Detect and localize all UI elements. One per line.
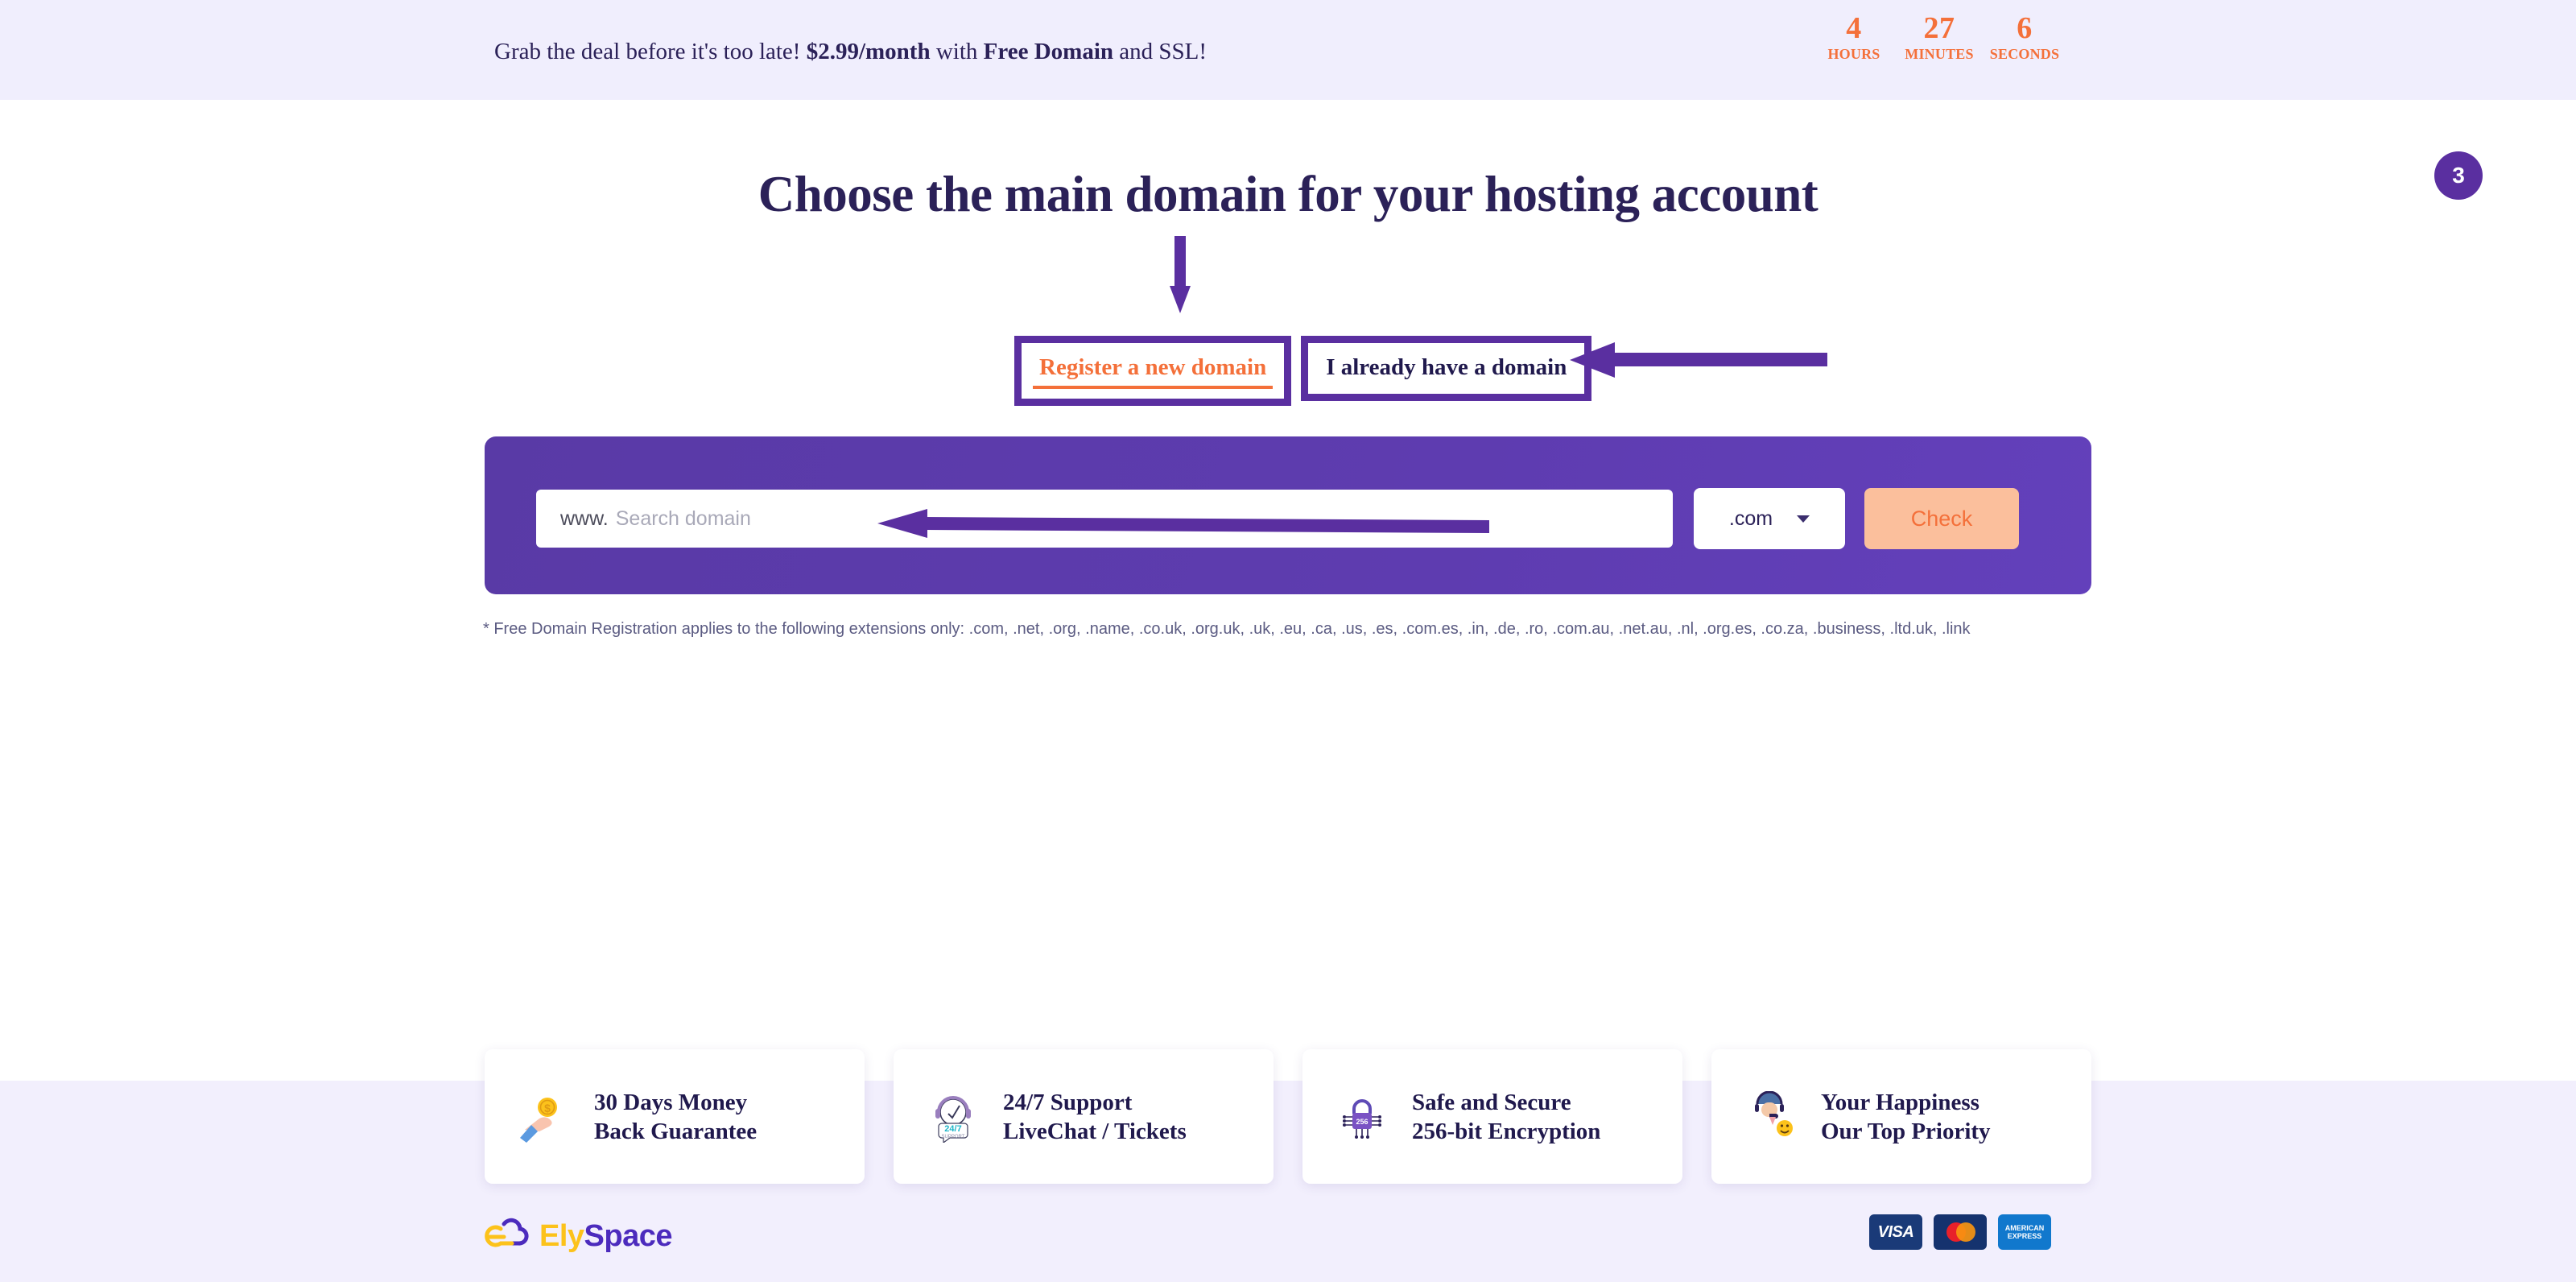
promo-text: Grab the deal before it's too late! $2.9…	[494, 39, 1207, 65]
annotation-down-arrow-icon	[1170, 236, 1191, 313]
mastercard-circles	[1946, 1222, 1975, 1242]
countdown-minutes: 27 MINUTES	[1897, 11, 1982, 66]
lock-chip-icon: 256	[1343, 1098, 1381, 1139]
promo-text-before: Grab the deal before it's too late!	[494, 39, 807, 64]
logo-space: Space	[584, 1218, 673, 1253]
tld-selected-value: .com	[1728, 507, 1773, 530]
promo-text-mid: with	[930, 39, 984, 64]
disclaimer-line-2: .ltd.uk, .link	[1889, 620, 1971, 638]
feature-card-happiness-line2: Our Top Priority	[1821, 1118, 1991, 1144]
countdown-hours-value: 4	[1846, 11, 1862, 45]
tld-dropdown[interactable]: .com	[1694, 488, 1845, 549]
promo-feature: Free Domain	[983, 39, 1114, 64]
existing-tab-highlight-box: I already have a domain	[1301, 336, 1592, 401]
feature-card-support: 24/7 SUPPORT 24/7 Support LiveChat / Tic…	[894, 1049, 1274, 1184]
feature-card-encryption-text: Safe and Secure 256-bit Encryption	[1412, 1088, 1600, 1146]
payment-methods: VISA AMERICAN EXPRESS	[1869, 1214, 2051, 1250]
feature-card-happiness-line1: Your Happiness	[1821, 1089, 1979, 1115]
footer-logo[interactable]: ElySpace	[483, 1218, 673, 1255]
feature-card-happiness-text: Your Happiness Our Top Priority	[1821, 1088, 1991, 1146]
feature-card-money-back-text: 30 Days Money Back Guarantee	[594, 1088, 757, 1146]
amex-label: AMERICAN EXPRESS	[2005, 1224, 2045, 1240]
logo-ely: Ely	[539, 1218, 584, 1253]
countdown-seconds-value: 6	[2017, 11, 2033, 45]
tab-already-have-domain[interactable]: I already have a domain	[1308, 343, 1585, 394]
svg-text:256: 256	[1356, 1118, 1368, 1126]
svg-text:SUPPORT: SUPPORT	[942, 1135, 965, 1139]
feature-card-money-back-line2: Back Guarantee	[594, 1118, 758, 1144]
annotation-left-arrow-tab-icon	[1570, 342, 1827, 378]
page-title: Choose the main domain for your hosting …	[758, 166, 1818, 222]
feature-cards: $ 30 Days Money Back Guarantee 24/7 SUPP…	[485, 1049, 2091, 1184]
countdown-hours-label: HOURS	[1827, 46, 1880, 62]
countdown-hours: 4 HOURS	[1811, 11, 1897, 66]
promo-price: $2.99/month	[806, 39, 931, 64]
feature-card-support-line1: 24/7 Support	[1003, 1089, 1133, 1115]
amex-icon: AMERICAN EXPRESS	[1998, 1214, 2051, 1250]
countdown-timer: 4 HOURS 27 MINUTES 6 SECONDS	[1811, 11, 2067, 66]
free-domain-disclaimer: * Free Domain Registration applies to th…	[483, 614, 2061, 644]
feature-card-happiness: Your Happiness Our Top Priority	[1711, 1049, 2091, 1184]
domain-option-tabs: Register a new domain I already have a d…	[1014, 336, 1592, 406]
amex-label-line2: EXPRESS	[2007, 1232, 2042, 1240]
agent-headset-icon	[1755, 1090, 1793, 1139]
coin-hand-icon: $	[520, 1097, 557, 1143]
countdown-seconds: 6 SECONDS	[1982, 11, 2067, 66]
countdown-minutes-value: 27	[1923, 11, 1955, 45]
promo-text-after: and SSL!	[1113, 39, 1208, 64]
countdown-minutes-label: MINUTES	[1905, 46, 1974, 62]
visa-label: VISA	[1877, 1222, 1914, 1241]
chevron-down-icon	[1797, 515, 1810, 523]
svg-text:24/7: 24/7	[944, 1124, 961, 1134]
amex-label-line1: AMERICAN	[2004, 1224, 2045, 1232]
feature-card-encryption: 256 Safe and Secure 256-bit Encryption	[1302, 1049, 1682, 1184]
feature-card-support-text: 24/7 Support LiveChat / Tickets	[1003, 1088, 1187, 1146]
mastercard-icon	[1934, 1214, 1987, 1250]
visa-icon: VISA	[1869, 1214, 1922, 1250]
countdown-seconds-label: SECONDS	[1989, 46, 2060, 62]
feature-card-money-back: $ 30 Days Money Back Guarantee	[485, 1049, 865, 1184]
disclaimer-line-1: * Free Domain Registration applies to th…	[483, 620, 1885, 638]
feature-card-support-line2: LiveChat / Tickets	[1003, 1118, 1187, 1144]
register-tab-highlight-box: Register a new domain	[1014, 336, 1292, 406]
search-placeholder-text: Search domain	[615, 507, 751, 530]
footer-logo-text: ElySpace	[539, 1218, 673, 1254]
feature-card-encryption-line1: Safe and Secure	[1412, 1089, 1571, 1115]
promo-banner	[0, 0, 2576, 100]
feature-card-money-back-line1: 30 Days Money	[594, 1089, 748, 1115]
svg-text:$: $	[544, 1102, 551, 1115]
active-tab-underline	[1033, 386, 1274, 389]
clock-support-icon: 24/7 SUPPORT	[935, 1095, 971, 1143]
check-domain-button[interactable]: Check	[1864, 488, 2019, 549]
feature-card-encryption-line2: 256-bit Encryption	[1412, 1118, 1601, 1144]
www-prefix-label: www.	[560, 507, 609, 530]
elyspace-cloud-logo-icon	[485, 1218, 529, 1247]
tab-register-new-domain[interactable]: Register a new domain	[1022, 343, 1285, 386]
annotation-left-arrow-search-icon	[877, 509, 1489, 538]
